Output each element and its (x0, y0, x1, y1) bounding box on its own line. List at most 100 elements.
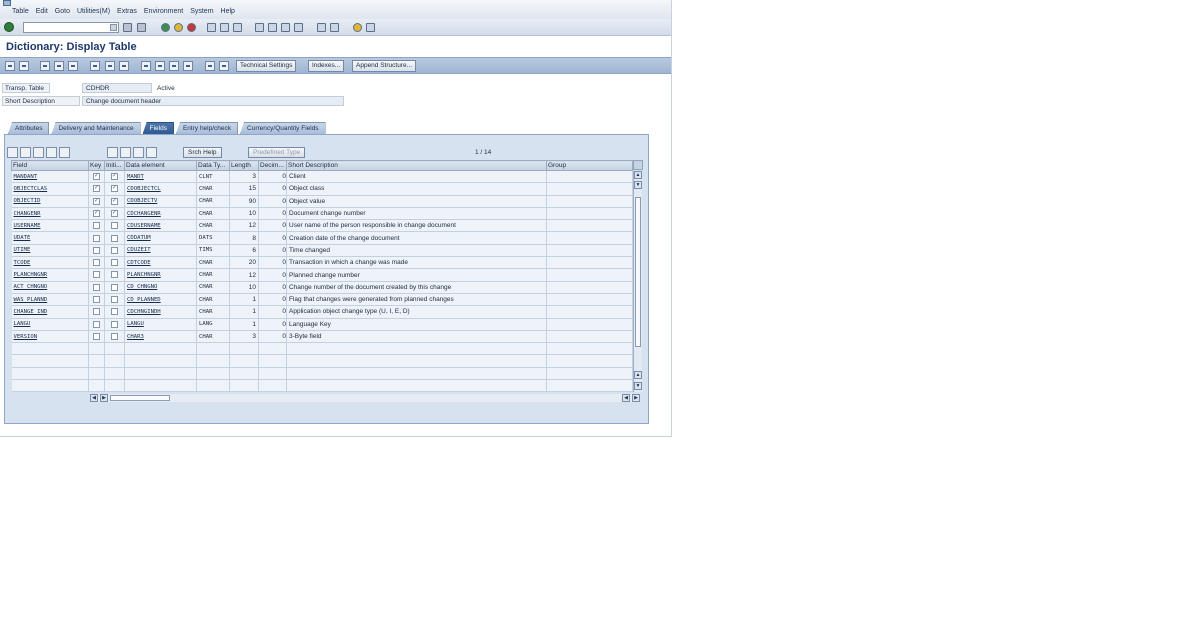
data-element-cell[interactable]: CDCHNGINDH (124, 305, 197, 319)
field-name-cell[interactable]: OBJECTCLAS (11, 182, 89, 196)
table-row[interactable]: OBJECTCLAS ✓ ✓ CDOBJECTCL CHAR 15 0 Object clas… (11, 182, 633, 196)
horizontal-scrollbar[interactable]: ◀ ▶ (90, 394, 632, 402)
key-checkbox[interactable]: ✓ (93, 209, 100, 217)
key-checkbox[interactable] (93, 320, 100, 328)
data-element-cell[interactable]: CDOBJECTCL (124, 182, 197, 196)
data-element-cell[interactable]: CDTCODE (124, 256, 197, 270)
table-row[interactable]: LANGU LANGU LANG 1 0 Language Key (11, 318, 633, 331)
check-icon[interactable] (54, 61, 64, 71)
field-name-cell[interactable]: MANDANT (11, 170, 89, 184)
scroll-right-icon[interactable]: ▶ (632, 394, 640, 402)
initial-value-checkbox[interactable] (111, 283, 118, 291)
tab-fields[interactable]: Fields (142, 122, 174, 134)
initial-value-checkbox[interactable]: ✓ (111, 209, 118, 217)
initial-value-checkbox[interactable] (111, 222, 118, 230)
vertical-scrollbar[interactable]: ▲ ▼ ▲ ▼ (633, 171, 642, 392)
delete-row-icon[interactable] (59, 147, 70, 158)
navigation-window-icon[interactable] (119, 61, 129, 71)
menu-item-utilitiesm[interactable]: Utilities(M) (77, 8, 110, 15)
initial-value-checkbox[interactable] (111, 234, 118, 242)
data-element-cell[interactable]: LANGU (124, 318, 197, 331)
find-icon[interactable] (220, 23, 229, 32)
data-element-cell[interactable]: CDUSERNAME (124, 219, 197, 233)
data-element-cell[interactable]: PLANCHNGNR (124, 268, 197, 282)
initial-value-checkbox[interactable] (111, 308, 118, 316)
other-object-icon[interactable] (5, 61, 15, 71)
search-help-button[interactable]: Srch Help (183, 147, 222, 158)
menu-item-goto[interactable]: Goto (55, 8, 70, 15)
indexes-button[interactable]: Indexes... (308, 60, 345, 72)
data-element-cell[interactable]: MANDT (124, 170, 197, 184)
sort-icon[interactable] (107, 147, 118, 158)
command-field[interactable] (23, 22, 119, 33)
info-icon[interactable] (183, 61, 193, 71)
table-row[interactable]: UDATE CDDATUM DATS 8 0 Creation date of the c… (11, 231, 633, 245)
initial-value-checkbox[interactable]: ✓ (111, 185, 118, 193)
data-element-cell[interactable]: CDCHANGENR (124, 207, 197, 221)
field-name-cell[interactable]: TCODE (11, 256, 89, 270)
field-name-cell[interactable]: UTIME (11, 244, 89, 258)
short-description-field[interactable]: Change document header (82, 96, 344, 106)
find-next-icon[interactable] (233, 23, 242, 32)
initial-value-checkbox[interactable] (111, 271, 118, 279)
object-list-icon[interactable] (105, 61, 115, 71)
scroll-up-icon[interactable]: ▲ (634, 171, 642, 179)
data-element-cell[interactable]: CDOBJECTV (124, 195, 197, 208)
data-element-cell[interactable]: CD_PLANNED (124, 293, 197, 307)
data-element-cell[interactable]: CD_CHNGNO (124, 281, 197, 294)
initial-value-checkbox[interactable] (111, 332, 118, 340)
paste-icon[interactable] (33, 147, 44, 158)
menu-item-environment[interactable]: Environment (144, 8, 183, 15)
field-name-cell[interactable]: CHANGE_IND (11, 305, 89, 319)
previous-page-icon[interactable] (268, 23, 277, 32)
table-row[interactable]: MANDANT ✓ ✓ MANDT CLNT 3 0 Client (11, 170, 633, 184)
where-used-icon[interactable] (90, 61, 100, 71)
data-element-cell[interactable]: CDDATUM (124, 231, 197, 245)
page-right-icon[interactable]: ◀ (622, 394, 630, 402)
field-name-cell[interactable]: VERSION (11, 330, 89, 344)
scroll-down-icon[interactable]: ▼ (634, 382, 642, 390)
activate-icon[interactable] (68, 61, 78, 71)
table-row[interactable]: CHANGENR ✓ ✓ CDCHANGENR CHAR 10 0 Document chan… (11, 207, 633, 221)
back-icon[interactable] (161, 23, 170, 32)
scroll-left-icon[interactable]: ◀ (90, 394, 98, 402)
insert-row-icon[interactable] (46, 147, 57, 158)
tab-currency-quantity-fields[interactable]: Currency/Quantity Fields (240, 122, 326, 134)
table-row[interactable]: OBJECTID ✓ ✓ CDOBJECTV CHAR 90 0 Object value (11, 195, 633, 208)
page-down-icon[interactable]: ▲ (634, 371, 642, 379)
help-icon[interactable] (353, 23, 362, 32)
field-name-cell[interactable]: USERNAME (11, 219, 89, 233)
key-checkbox[interactable] (93, 332, 100, 340)
page-left-icon[interactable]: ▶ (100, 394, 108, 402)
table-row[interactable]: WAS_PLANND CD_PLANNED CHAR 1 0 Flag that chan… (11, 293, 633, 307)
next-page-icon[interactable] (281, 23, 290, 32)
hierarchy-icon[interactable] (141, 61, 151, 71)
shortcut-icon[interactable] (330, 23, 339, 32)
initial-value-checkbox[interactable] (111, 259, 118, 267)
details-icon[interactable] (133, 147, 144, 158)
column-header-key[interactable]: Key (88, 160, 105, 171)
table-row[interactable]: UTIME CDUZEIT TIMS 6 0 Time changed (11, 244, 633, 258)
initial-value-checkbox[interactable]: ✓ (111, 197, 118, 205)
display-object-list-icon[interactable] (155, 61, 165, 71)
tab-delivery-and-maintenance[interactable]: Delivery and Maintenance (51, 122, 141, 134)
table-row[interactable]: USERNAME CDUSERNAME CHAR 12 0 User name of th… (11, 219, 633, 233)
app-menu-icon[interactable] (3, 0, 11, 6)
field-name-cell[interactable]: LANGU (11, 318, 89, 331)
table-row[interactable]: CHANGE_IND CDCHNGINDH CHAR 1 0 Application ob… (11, 305, 633, 319)
key-checkbox[interactable] (93, 234, 100, 242)
command-history-dropdown-icon[interactable] (110, 24, 117, 31)
key-checkbox[interactable]: ✓ (93, 197, 100, 205)
table-row[interactable]: PLANCHNGNR PLANCHNGNR CHAR 12 0 Planned chang… (11, 268, 633, 282)
column-header-short-description[interactable]: Short Description (286, 160, 547, 171)
initial-value-checkbox[interactable] (111, 320, 118, 328)
enter-checkmark-icon[interactable] (4, 22, 14, 32)
menu-item-extras[interactable]: Extras (117, 8, 137, 15)
tab-attributes[interactable]: Attributes (8, 122, 50, 134)
menu-item-help[interactable]: Help (221, 8, 235, 15)
initial-value-checkbox[interactable] (111, 296, 118, 303)
key-checkbox[interactable] (93, 246, 100, 254)
first-page-icon[interactable] (255, 23, 264, 32)
contents-icon[interactable] (205, 61, 215, 71)
key-checkbox[interactable] (93, 259, 100, 267)
